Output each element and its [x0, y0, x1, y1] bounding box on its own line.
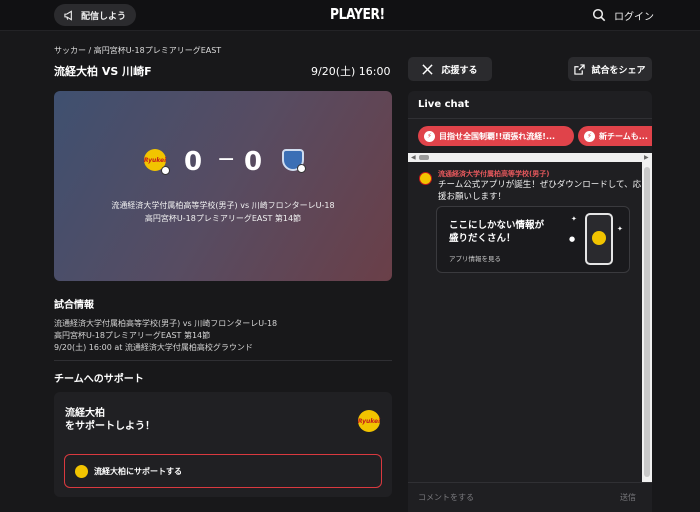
- vertical-scrollbar[interactable]: [642, 162, 652, 482]
- sparkle-icon: ●: [569, 235, 576, 243]
- support-call-to-action: をサポートしよう！: [65, 421, 155, 432]
- login-link[interactable]: ログイン: [614, 8, 654, 23]
- lightning-icon: ⚡: [424, 130, 435, 142]
- match-title: 流経大柏 VS 川崎F: [54, 65, 152, 78]
- comment-input[interactable]: コメントをする: [418, 492, 474, 503]
- scroll-left-arrow-icon[interactable]: ◀: [411, 154, 416, 161]
- away-team-logo: [282, 149, 306, 173]
- team-logo-icon: [75, 464, 88, 478]
- player-logo[interactable]: PLAYER!: [330, 5, 385, 23]
- support-team-logo: Ryukei: [358, 410, 380, 432]
- match-datetime: 9/20(土) 16:00: [311, 65, 391, 78]
- promo-title: ここにしかない情報が 盛りだくさん！: [449, 219, 544, 245]
- lightning-icon: ⚡: [584, 130, 595, 142]
- support-button-label: 流経大柏にサポートする: [94, 466, 182, 476]
- vertical-scroll-thumb[interactable]: [644, 167, 650, 477]
- score-separator: −: [217, 147, 236, 172]
- send-button[interactable]: 送信: [620, 492, 636, 503]
- support-text: 流経大柏 をサポートしよう！: [65, 407, 155, 433]
- message-text: チーム公式アプリが誕生！ぜひダウンロードして、応援お願いします！: [438, 180, 642, 202]
- avatar: [419, 172, 432, 185]
- broadcast-label: 配信しよう: [81, 11, 127, 22]
- breadcrumb[interactable]: サッカー / 高円宮杯U-18プレミアリーグEAST: [54, 45, 221, 56]
- share-label: 試合をシェア: [591, 65, 646, 76]
- share-button[interactable]: 試合をシェア: [568, 57, 652, 81]
- home-team-badge-icon: [161, 166, 170, 175]
- promo-title-line: ここにしかない情報が: [449, 220, 545, 231]
- horizontal-scrollbar[interactable]: ◀ ▶: [408, 153, 652, 162]
- section-divider: [54, 360, 392, 361]
- chat-input-bar: コメントをする 送信: [408, 482, 652, 512]
- home-logo-text: Ryukei: [143, 156, 167, 164]
- live-chat-title: Live chat: [418, 99, 470, 110]
- promo-title-line: 盛りだくさん！: [449, 233, 516, 244]
- cheer-button[interactable]: 応援する: [408, 57, 492, 81]
- match-info-line: 高円宮杯U-18プレミアリーグEAST 第14節: [54, 331, 211, 340]
- scroll-right-arrow-icon[interactable]: ▶: [644, 154, 649, 161]
- home-score: 0: [184, 147, 203, 177]
- broadcast-button[interactable]: 配信しよう: [54, 4, 137, 26]
- pinned-cheer-pill[interactable]: ⚡ 新チームも...: [578, 126, 652, 146]
- support-button[interactable]: 流経大柏にサポートする: [64, 454, 382, 488]
- promo-link[interactable]: アプリ情報を見る: [449, 253, 501, 263]
- card-competition: 高円宮杯U-18プレミアリーグEAST 第14節: [144, 214, 302, 223]
- live-chat-panel: Live chat ⚡ 目指せ全国制覇!!頑張れ流経!... ⚡ 新チームも..…: [408, 91, 652, 512]
- match-info-line: 9/20(土) 16:00 at 流通経済大学付属柏高校グラウンド: [54, 343, 253, 352]
- x-logo-icon: [422, 63, 434, 75]
- sparkle-icon: ✦: [571, 215, 577, 223]
- message-author: 流通経済大学付属柏高等学校(男子): [438, 170, 550, 178]
- share-icon: [574, 63, 586, 75]
- sparkle-icon: ✦: [617, 225, 623, 233]
- pill-label: 目指せ全国制覇!!頑張れ流経!...: [439, 131, 556, 141]
- card-teams: 流通経済大学付属柏高等学校(男子) vs 川崎フロンターレU-18: [111, 201, 335, 210]
- home-team-logo: Ryukei: [143, 149, 170, 175]
- pill-label: 新チームも...: [599, 131, 648, 141]
- app-logo-icon: [592, 231, 606, 245]
- support-heading: チームへのサポート: [54, 374, 144, 385]
- megaphone-icon: [64, 9, 72, 21]
- away-team-badge-icon: [297, 164, 306, 173]
- scoreboard-card: Ryukei 0 − 0 流通経済大学付属柏高等学校(男子) vs 川崎フロンタ…: [54, 91, 392, 281]
- phone-illustration-icon: [585, 213, 613, 265]
- support-logo-text: Ryukei: [357, 417, 381, 425]
- support-card: 流経大柏 をサポートしよう！ Ryukei 流経大柏にサポートする: [54, 392, 392, 497]
- cheer-label: 応援する: [441, 65, 478, 76]
- horizontal-scroll-thumb[interactable]: [419, 155, 429, 160]
- top-header: 配信しよう PLAYER! ログイン: [0, 0, 700, 31]
- chat-header-divider: [408, 118, 652, 119]
- support-team-name: 流経大柏: [65, 408, 105, 419]
- match-info-line: 流通経済大学付属柏高等学校(男子) vs 川崎フロンターレU-18: [54, 319, 278, 328]
- away-score: 0: [244, 147, 263, 177]
- match-info-heading: 試合情報: [54, 300, 94, 311]
- search-icon[interactable]: [592, 8, 606, 22]
- pinned-cheer-pill[interactable]: ⚡ 目指せ全国制覇!!頑張れ流経!...: [418, 126, 574, 146]
- app-promo-card[interactable]: ここにしかない情報が 盛りだくさん！ アプリ情報を見る ✦ ✦ ●: [436, 206, 630, 273]
